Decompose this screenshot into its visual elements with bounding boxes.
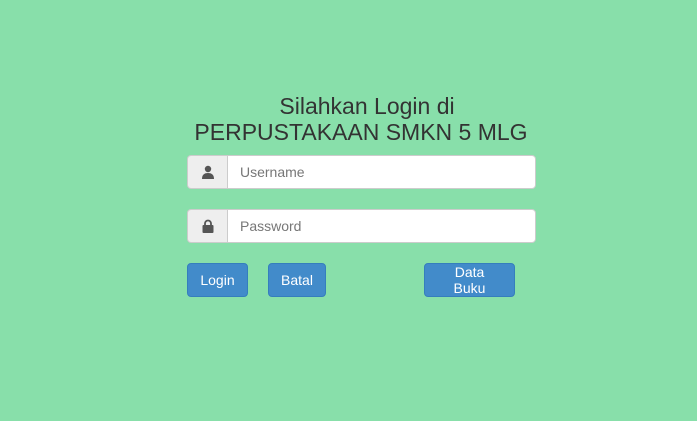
- password-input-group: [187, 209, 536, 243]
- book-data-button[interactable]: Data Buku: [424, 263, 515, 297]
- lock-icon: [187, 209, 227, 243]
- login-page: Silahkan Login di PERPUSTAKAAN SMKN 5 ML…: [0, 0, 697, 421]
- username-input[interactable]: [227, 155, 536, 189]
- password-input[interactable]: [227, 209, 536, 243]
- page-title-line2: PERPUSTAKAAN SMKN 5 MLG: [194, 119, 528, 145]
- username-input-group: [187, 155, 536, 189]
- page-title-line1: Silahkan Login di: [279, 93, 455, 119]
- cancel-button[interactable]: Batal: [268, 263, 326, 297]
- user-icon: [187, 155, 227, 189]
- login-button[interactable]: Login: [187, 263, 248, 297]
